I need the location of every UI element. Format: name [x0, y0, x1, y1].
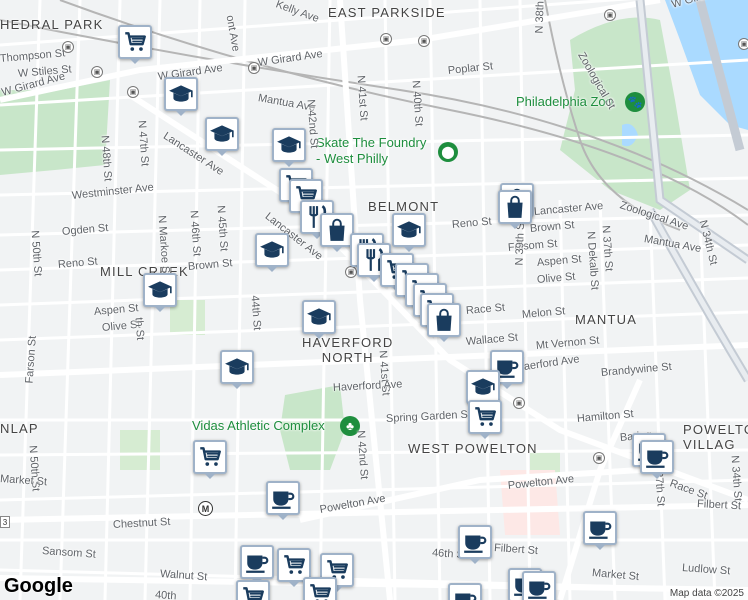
map-base-layer	[0, 0, 748, 600]
coffee-cup-icon	[452, 587, 478, 600]
map-pin-cafe-8[interactable]	[448, 583, 482, 600]
map-pin-shopping-3[interactable]	[498, 190, 532, 229]
grocery-cart-icon	[197, 444, 223, 470]
grocery-cart-icon	[281, 552, 307, 578]
street-label-race-st: Filbert St	[696, 498, 742, 513]
coffee-cup-icon	[587, 515, 613, 541]
map-pin-school-1[interactable]	[164, 77, 198, 116]
bus-stop-icon[interactable]: ▣	[127, 86, 139, 98]
neighborhood-cathedral-park: HEDRAL PARK	[0, 17, 104, 32]
street-label-n-41st-st-1: N 41st St	[354, 75, 370, 122]
map-pin-stack-5[interactable]	[427, 303, 461, 342]
bus-stop-icon[interactable]: ▣	[418, 35, 430, 47]
street-label-n-40th-st: N 40th St	[409, 80, 425, 127]
map-canvas[interactable]: EAST PARKSIDE BELMONT MILL CREEK HAVERFO…	[0, 0, 748, 600]
map-attribution[interactable]: Map data ©2025	[665, 587, 748, 600]
street-label-n-45th-st: N 45th St	[214, 205, 230, 252]
graduation-cap-icon	[470, 374, 496, 400]
bus-stop-icon[interactable]: ▣	[604, 9, 616, 21]
grocery-cart-icon	[240, 584, 266, 600]
metro-station-46th-icon[interactable]: M	[198, 501, 213, 516]
coffee-cup-icon	[644, 444, 670, 470]
street-label-n-47th-st: N 47th St	[135, 120, 151, 167]
map-pin-grocery-1[interactable]	[118, 25, 152, 64]
grocery-cart-icon	[472, 404, 498, 430]
route-shield-icon: 3	[0, 516, 10, 528]
coffee-cup-icon	[462, 529, 488, 555]
google-logo: Google	[4, 575, 73, 597]
bus-stop-icon[interactable]: ▣	[345, 266, 357, 278]
map-pin-grocery-5[interactable]	[468, 400, 502, 439]
shopping-bag-icon	[502, 194, 528, 220]
street-label-n-49th-st: th St	[132, 317, 147, 341]
shopping-bag-icon	[431, 307, 457, 333]
map-pin-school-4[interactable]	[392, 213, 426, 252]
map-pin-cafe-3[interactable]	[640, 440, 674, 479]
graduation-cap-icon	[259, 237, 285, 263]
park-small-1	[120, 430, 160, 470]
street-label-n-34th-st-2: N 34th St	[728, 455, 744, 502]
street-label-n-42nd-st-1: N 42nd St	[304, 99, 320, 149]
map-pin-school-8[interactable]	[220, 350, 254, 389]
street-label-n-38th-st: N 38th St	[533, 0, 548, 34]
neighborhood-powelton-village: POWELTO VILLAG	[683, 422, 748, 452]
map-pin-cafe-10[interactable]	[522, 571, 556, 600]
neighborhood-east-parkside: EAST PARKSIDE	[328, 5, 446, 20]
street-label-n-44th-st: 44th St	[248, 295, 263, 331]
coffee-cup-icon	[526, 575, 552, 600]
poi-vidas-athletic-label[interactable]: Vidas Athletic Complex	[192, 418, 325, 434]
bus-stop-icon[interactable]: ▣	[62, 41, 74, 53]
bus-stop-icon[interactable]: ▣	[380, 33, 392, 45]
map-pin-cafe-6[interactable]	[266, 481, 300, 520]
map-pin-school-3[interactable]	[272, 128, 306, 167]
bus-stop-icon[interactable]: ▣	[513, 397, 525, 409]
poi-skate-foundry-label[interactable]: Skate The Foundry - West Philly	[316, 135, 426, 166]
map-pin-grocery-9[interactable]	[303, 577, 337, 600]
street-label-n-42nd-st-2: N 42nd St	[354, 430, 370, 480]
neighborhood-dunlap: NLAP	[0, 421, 39, 436]
map-pin-cafe-5[interactable]	[583, 511, 617, 550]
map-pin-grocery-10[interactable]	[236, 580, 270, 600]
bus-stop-icon[interactable]: ▣	[248, 62, 260, 74]
map-pin-shopping-1[interactable]	[320, 213, 354, 252]
graduation-cap-icon	[147, 277, 173, 303]
bus-stop-icon[interactable]: ▣	[738, 38, 748, 50]
map-pin-school-5[interactable]	[255, 233, 289, 272]
map-pin-school-7[interactable]	[302, 300, 336, 339]
shopping-bag-icon	[324, 217, 350, 243]
coffee-cup-icon	[270, 485, 296, 511]
map-pin-cafe-7[interactable]	[240, 545, 274, 584]
map-pin-school-9[interactable]	[466, 370, 500, 409]
graduation-cap-icon	[168, 81, 194, 107]
zoo-paw-icon[interactable]: 🐾	[625, 92, 645, 112]
graduation-cap-icon	[276, 132, 302, 158]
graduation-cap-icon	[396, 217, 422, 243]
coffee-cup-icon	[244, 549, 270, 575]
map-pin-school-2[interactable]	[205, 117, 239, 156]
bus-stop-icon[interactable]: ▣	[91, 66, 103, 78]
graduation-cap-icon	[224, 354, 250, 380]
map-pin-cafe-4[interactable]	[458, 525, 492, 564]
graduation-cap-icon	[209, 121, 235, 147]
map-pin-school-6[interactable]	[143, 273, 177, 312]
neighborhood-mantua: MANTUA	[575, 312, 638, 327]
map-pin-grocery-6[interactable]	[193, 440, 227, 479]
grocery-cart-icon	[307, 581, 333, 600]
skate-park-icon[interactable]: ⬤	[438, 142, 458, 162]
street-label-n-50th-st-1: N 50th St	[28, 230, 44, 277]
bus-stop-icon[interactable]: ▣	[593, 452, 605, 464]
graduation-cap-icon	[306, 304, 332, 330]
street-label-n-37th-st-1: N 37th St	[599, 225, 615, 272]
street-label-n-48th-st: N 48th St	[98, 135, 114, 182]
neighborhood-west-powelton: WEST POWELTON	[408, 441, 538, 456]
street-label-n-46th-st: N 46th St	[187, 210, 203, 257]
street-label-walnut-st: 40th	[154, 589, 177, 600]
grocery-cart-icon	[122, 29, 148, 55]
